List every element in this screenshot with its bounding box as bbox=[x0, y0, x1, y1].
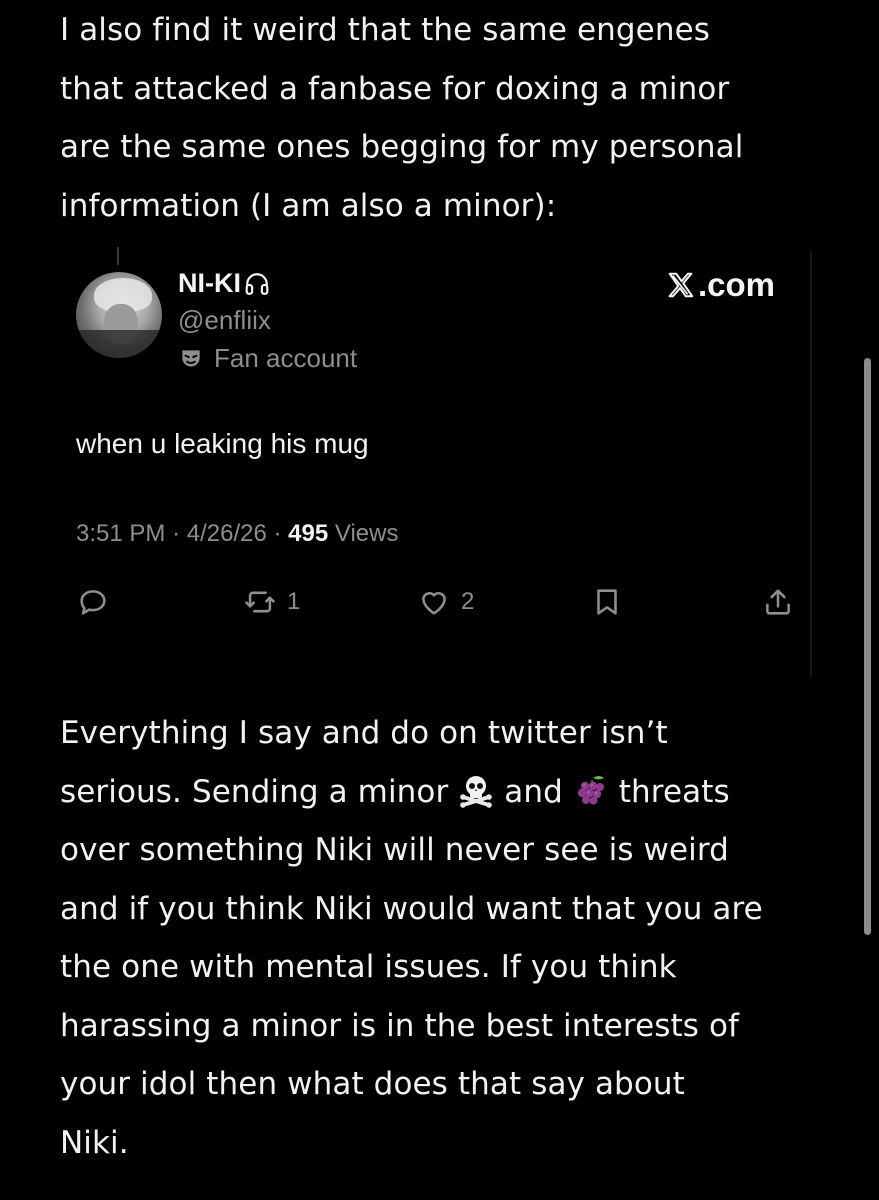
tweet-date[interactable]: 4/26/26 bbox=[187, 520, 267, 547]
reply-icon bbox=[76, 585, 110, 619]
avatar[interactable] bbox=[76, 272, 162, 358]
x-com-text: .com bbox=[698, 266, 776, 303]
headphones-icon bbox=[244, 271, 270, 297]
author-handle[interactable]: @enfliix bbox=[178, 305, 271, 336]
meta-separator: · bbox=[273, 520, 282, 547]
account-label-text: Fan account bbox=[214, 343, 358, 373]
tweet-text: when u leaking his mug bbox=[76, 428, 369, 459]
bookmark-icon bbox=[590, 585, 624, 619]
tweet-meta: 3:51 PM · 4/26/26 · 495 Views bbox=[76, 520, 398, 548]
share-button[interactable] bbox=[761, 585, 795, 619]
like-count: 2 bbox=[461, 588, 475, 615]
post-intro-line: that attacked a fanbase for doxing a min… bbox=[60, 70, 730, 107]
views-label: Views bbox=[334, 520, 399, 547]
repost-button[interactable]: 1 bbox=[243, 585, 300, 619]
embed-card-edge bbox=[810, 250, 812, 678]
like-button[interactable]: 2 bbox=[417, 585, 474, 619]
share-icon bbox=[761, 585, 795, 619]
author-name-text: NI-KI bbox=[178, 268, 241, 298]
tweet-time[interactable]: 3:51 PM bbox=[76, 520, 165, 547]
post-body-line: Niki. bbox=[60, 1124, 129, 1161]
views-count: 495 bbox=[288, 520, 329, 547]
post-body-line: over something Niki will never see is we… bbox=[60, 832, 729, 868]
post-body-text: Everything I say and do on twitter isn’t… bbox=[60, 704, 850, 1172]
x-com-link[interactable]: .com bbox=[666, 266, 775, 304]
post-body-line: your idol then what does that say about bbox=[60, 1066, 685, 1102]
post-body-line: Everything I say and do on twitter isn’t bbox=[60, 715, 668, 751]
skull-crossbones-icon bbox=[458, 772, 494, 808]
scrollbar[interactable] bbox=[864, 358, 871, 935]
post-body-segment: threats bbox=[608, 773, 730, 810]
post-body-segment: and bbox=[494, 773, 573, 810]
post-body-line: the one with mental issues. If you think bbox=[60, 949, 677, 985]
post-body-line: serious. Sending a minor and threats bbox=[60, 763, 850, 822]
thread-divider bbox=[117, 247, 119, 265]
post-intro-text: I also find it weird that the same engen… bbox=[60, 1, 850, 235]
account-label: Fan account bbox=[178, 343, 357, 374]
heart-icon bbox=[417, 585, 451, 619]
post-intro-line: information (I am also a minor): bbox=[60, 187, 557, 224]
post-body-segment: serious. Sending a minor bbox=[60, 773, 459, 810]
post-intro-line: I also find it weird that the same engen… bbox=[60, 12, 711, 48]
grapes-icon bbox=[573, 772, 609, 808]
repost-count: 1 bbox=[287, 588, 301, 615]
reply-button[interactable] bbox=[76, 585, 110, 619]
x-logo-icon bbox=[666, 270, 696, 300]
repost-icon bbox=[243, 585, 277, 619]
post-body-line: and if you think Niki would want that yo… bbox=[60, 890, 763, 927]
post-intro-line: are the same ones begging for my persona… bbox=[60, 129, 744, 165]
post-body-line: harassing a minor is in the best interes… bbox=[60, 1007, 740, 1044]
bookmark-button[interactable] bbox=[590, 585, 624, 619]
author-name[interactable]: NI-KI bbox=[178, 268, 270, 299]
meta-separator: · bbox=[172, 520, 181, 547]
mask-icon bbox=[178, 346, 204, 372]
